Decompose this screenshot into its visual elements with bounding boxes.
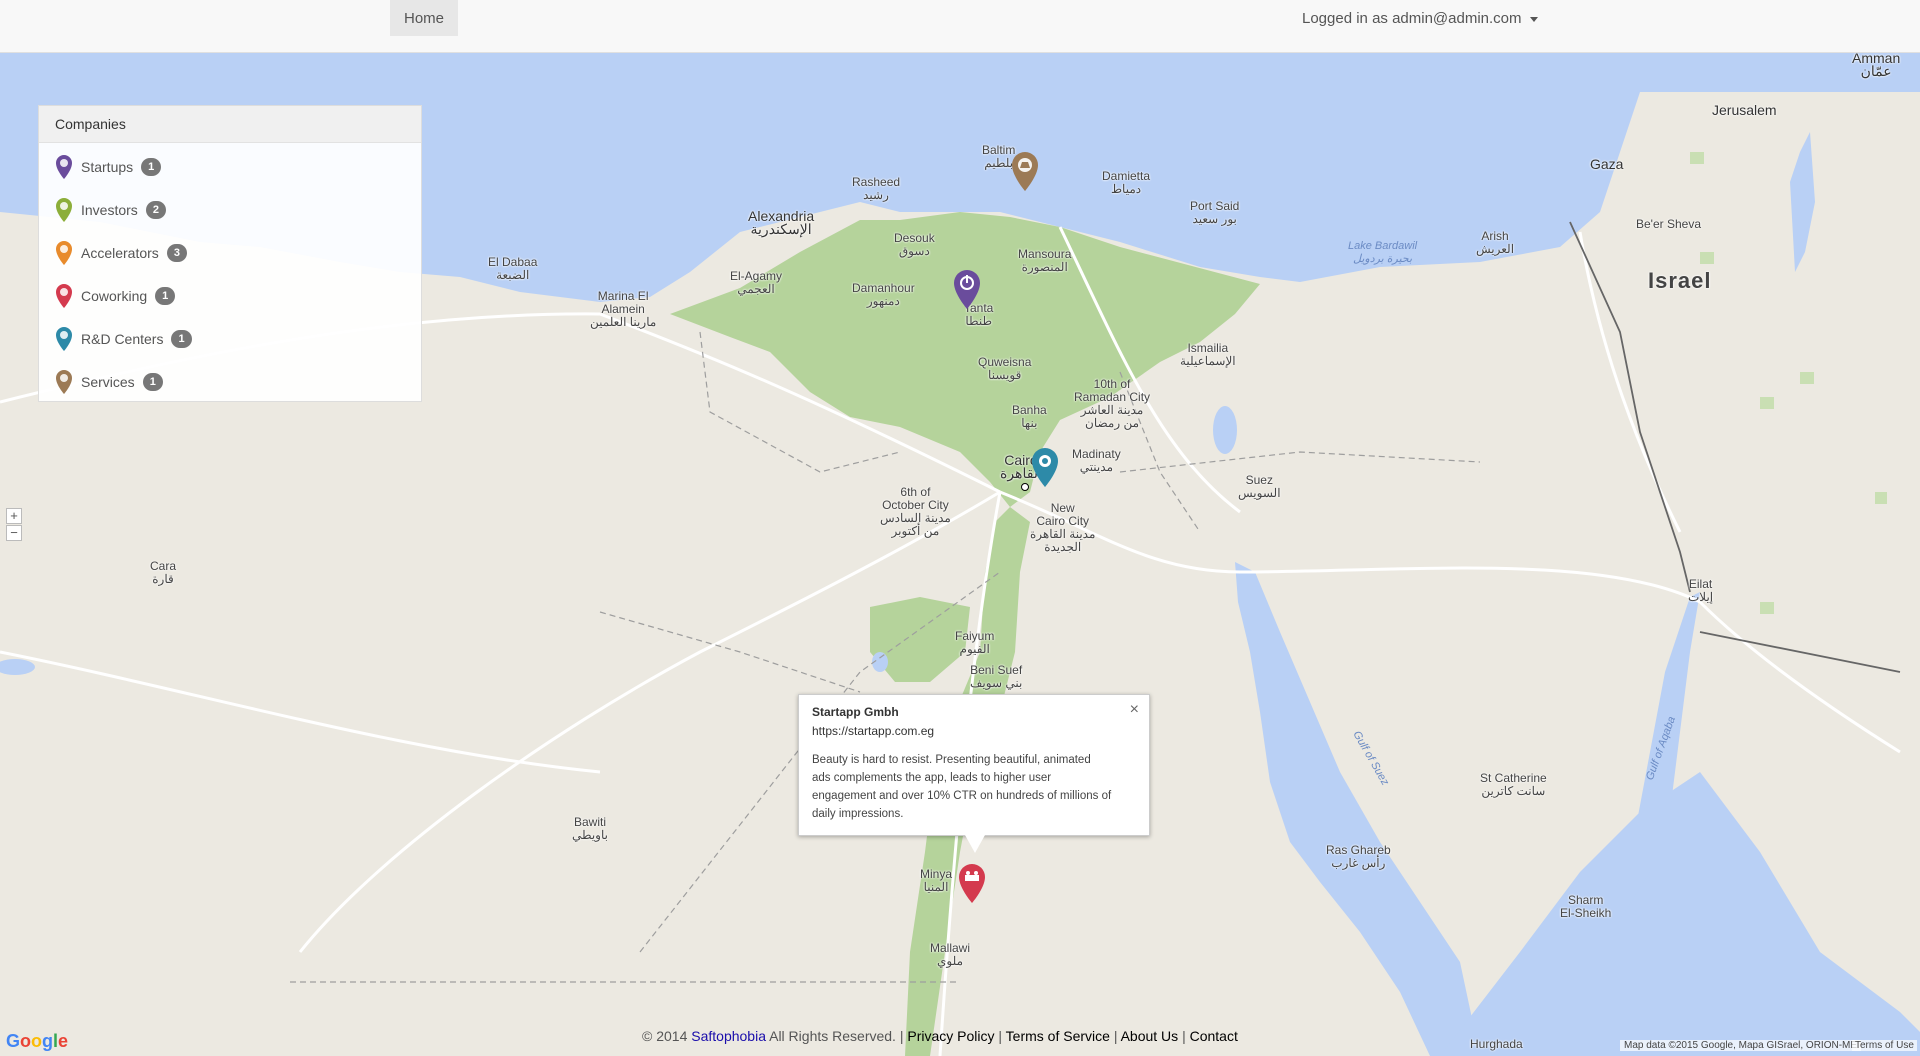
legend-item-label: R&D Centers bbox=[81, 331, 164, 347]
label-lake-bardawil: Lake Bardawil بحيرة بردويل bbox=[1348, 240, 1418, 265]
panel-title: Companies bbox=[39, 106, 421, 143]
legend-item-label: Startups bbox=[81, 159, 134, 175]
label-beer-sheva: Be'er Sheva bbox=[1636, 217, 1701, 231]
label-israel: Israel bbox=[1648, 268, 1712, 293]
count-badge: 3 bbox=[166, 244, 187, 262]
user-menu-label: Logged in as admin@admin.com bbox=[1302, 10, 1522, 27]
label-arish: Arish العريش bbox=[1476, 229, 1515, 256]
legend-item-label: Services bbox=[81, 374, 135, 390]
label-port-said: Port Said بور سعيد bbox=[1190, 199, 1240, 226]
power-icon bbox=[56, 155, 72, 179]
label-amman: Amman عمّان bbox=[1852, 52, 1901, 79]
label-mansoura: Mansoura المنصورة bbox=[1018, 247, 1072, 274]
dollar-icon bbox=[56, 198, 72, 222]
label-beni-suef: Beni Suef بني سويف bbox=[970, 663, 1023, 690]
about-us-link[interactable]: About Us bbox=[1121, 1028, 1179, 1044]
legend-item-r-d-centers[interactable]: R&D Centers 1 bbox=[55, 326, 192, 352]
label-sharm: Sharm El-Sheikh bbox=[1560, 893, 1612, 920]
legend-item-services[interactable]: Services 1 bbox=[55, 369, 163, 395]
gear-icon bbox=[56, 370, 72, 394]
label-ismailia: Ismailia الإسماعيلية bbox=[1180, 341, 1236, 368]
israel-green-patches bbox=[1690, 152, 1887, 614]
flask-icon bbox=[56, 327, 72, 351]
info-window-description: Beauty is hard to resist. Presenting bea… bbox=[812, 754, 1112, 820]
label-tenth-ramadan: 10th of Ramadan City مدينة العاشر من رمض… bbox=[1074, 377, 1151, 430]
label-sixth-october: 6th of October City مدينة السادس من أكتو… bbox=[880, 485, 951, 538]
footer-copyright: © 2014 bbox=[642, 1028, 688, 1044]
marker-coworking[interactable] bbox=[957, 862, 987, 904]
rocket-icon bbox=[56, 241, 72, 265]
label-cara: Cara قارة bbox=[150, 559, 177, 586]
label-jerusalem: Jerusalem bbox=[1712, 102, 1777, 118]
legend-item-investors[interactable]: Investors 2 bbox=[55, 197, 166, 223]
label-faiyum: Faiyum الفيوم bbox=[955, 629, 995, 656]
legend-item-label: Coworking bbox=[81, 288, 148, 304]
marker-services[interactable] bbox=[1010, 150, 1040, 192]
zoom-in-button[interactable]: + bbox=[6, 508, 22, 524]
gulf-of-suez bbox=[1235, 562, 1480, 1056]
footer-brand-link[interactable]: Saftophobia bbox=[691, 1028, 766, 1044]
bitter-lake bbox=[1213, 406, 1237, 454]
count-badge: 1 bbox=[142, 373, 163, 391]
label-quweisna: Quweisna قويسنا bbox=[978, 355, 1032, 382]
legend-item-accelerators[interactable]: Accelerators 3 bbox=[55, 240, 187, 266]
oasis-lake bbox=[0, 659, 35, 675]
red-sea bbox=[1440, 772, 1920, 1056]
label-el-dabaa: El Dabaa الضبعة bbox=[488, 255, 538, 282]
user-menu-dropdown[interactable]: Logged in as admin@admin.com bbox=[1302, 0, 1538, 38]
marker-startups[interactable] bbox=[952, 268, 982, 310]
info-window-title: Startapp Gmbh bbox=[812, 705, 899, 719]
contact-link[interactable]: Contact bbox=[1190, 1028, 1238, 1044]
privacy-policy-link[interactable]: Privacy Policy bbox=[907, 1028, 994, 1044]
label-new-cairo: New Cairo City مدينة القاهرة الجديدة bbox=[1030, 501, 1096, 554]
legend-item-label: Investors bbox=[81, 202, 138, 218]
legend-item-label: Accelerators bbox=[81, 245, 159, 261]
label-madinaty: Madinaty مدينتي bbox=[1072, 447, 1121, 474]
label-desouk: Desouk دسوق bbox=[894, 231, 935, 258]
label-alexandria: Alexandria الإسكندرية bbox=[748, 208, 815, 237]
label-marina: Marina El Alamein مارينا العلمين bbox=[590, 289, 657, 329]
label-el-agamy: El-Agamy العجمي bbox=[730, 269, 783, 296]
count-badge: 1 bbox=[171, 330, 192, 348]
terms-of-service-link[interactable]: Terms of Service bbox=[1006, 1028, 1110, 1044]
map-attribution: Map data ©2015 Google, Mapa GISrael, ORI… bbox=[1620, 1040, 1862, 1051]
zoom-out-button[interactable]: − bbox=[6, 525, 22, 541]
legend-item-coworking[interactable]: Coworking 1 bbox=[55, 283, 176, 309]
marker-rnd-center[interactable] bbox=[1030, 446, 1060, 488]
label-eilat: Eilat إيلات bbox=[1688, 577, 1714, 604]
label-suez: Suez السويس bbox=[1238, 473, 1281, 500]
caret-down-icon bbox=[1529, 16, 1538, 22]
zoom-controls: + − bbox=[6, 508, 22, 542]
label-banha: Banha بنها bbox=[1012, 403, 1047, 430]
info-window-url: https://startapp.com.eg bbox=[812, 724, 935, 738]
label-st-catherine: St Catherine سانت كاترين bbox=[1480, 771, 1547, 798]
label-bawiti: Bawiti باويطي bbox=[572, 815, 608, 842]
jordan-saudi-border bbox=[1699, 631, 1901, 673]
navbar: Home Logged in as admin@admin.com bbox=[0, 0, 1920, 53]
terms-of-use-link[interactable]: Terms of Use bbox=[1852, 1040, 1917, 1051]
label-damietta: Damietta دمياط bbox=[1102, 169, 1151, 196]
label-minya: Minya المنيا bbox=[920, 867, 953, 894]
footer-rights: All Rights Reserved. bbox=[769, 1028, 896, 1044]
dead-sea bbox=[1790, 132, 1815, 272]
legend-item-startups[interactable]: Startups 1 bbox=[55, 154, 162, 180]
footer-links: © 2014 Saftophobia All Rights Reserved. … bbox=[642, 1028, 1238, 1044]
count-badge: 1 bbox=[141, 158, 162, 176]
cairo-dot bbox=[1021, 483, 1029, 491]
nav-home-link[interactable]: Home bbox=[390, 0, 458, 36]
info-window: × Startapp Gmbh https://startapp.com.eg … bbox=[798, 694, 1150, 853]
count-badge: 1 bbox=[155, 287, 176, 305]
label-gaza: Gaza bbox=[1590, 156, 1624, 172]
label-damanhour: Damanhour دمنهور bbox=[852, 281, 915, 308]
label-rasheed: Rasheed رشيد bbox=[852, 175, 901, 202]
label-ras-gharib: Ras Ghareb رأس غارب bbox=[1326, 843, 1391, 870]
close-icon[interactable]: × bbox=[1130, 701, 1139, 719]
count-badge: 2 bbox=[145, 201, 166, 219]
people-icon bbox=[56, 284, 72, 308]
label-mallawi: Mallawi ملوي bbox=[930, 941, 971, 968]
companies-panel: Companies Startups 1 Investors 2 Accelerator… bbox=[38, 105, 422, 402]
